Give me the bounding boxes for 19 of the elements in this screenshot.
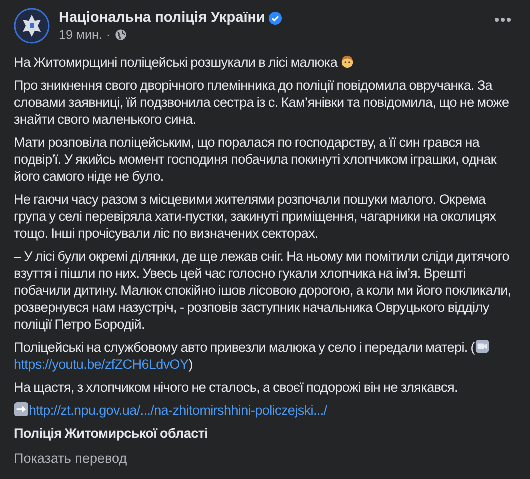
post-paragraph: На щастя, з хлопчиком нічого не сталось, а своєї подорожі він не злякався. <box>14 379 459 396</box>
post-paragraph: Поліцейські на службовому авто привезли малюка у село і передали матері. ( https://youtu.be/zfZCH6LdvOY) <box>14 339 516 373</box>
post-paragraph: Мати розповіла поліцейським, що поралася по господарству, а її син грався на подвір'ї. У якийсь момент господиня побачила покинуті хлопчиком іграшки, однак його самого ніде не було. <box>14 134 498 185</box>
more-options-icon[interactable] <box>494 17 512 23</box>
post-paragraph: Не гаючи часу разом з місцевими жителями розпочали пошуки малого. Окрема група у селі перевіряла хати-пустки, закинуті приміщення, чагарники на околицях тощо. Інші прочісували ліс по визначених секторах. <box>14 191 498 242</box>
separator-dot: · <box>106 28 111 42</box>
signature-text: Поліція Житомирської області <box>14 425 210 442</box>
film-camera-icon <box>475 339 490 354</box>
page-name[interactable]: Національна поліція України <box>59 10 266 26</box>
post-paragraph: Про зникнення свого дворічного племінника до поліції повідомила овручанка. За словами заявниці, їй подзвонила сестра із с. Кам’янівки та повідомила, що не може знайти свого маленького сина. <box>14 77 510 128</box>
link[interactable]: http://zt.npu.gov.ua/.../na-zhitomirshhini-policzejski.../ <box>29 403 328 418</box>
post-paragraph: – У лісі були окремі ділянки, де ще лежав сніг. На ньому ми помітили сліди дитячого взуття і пішли по них. Увесь цей час голосно гукали хлопчика на ім’я. Врешті побачили дитину. Малюк спокійно ішов лісовою дорогою, а коли ми його покликали, розвернувся нам назустріч, - розповів заступник начальника Овруцького відділу поліції Петро Бородій. <box>14 248 512 333</box>
post-time[interactable]: 19 мин. <box>59 28 102 42</box>
child-face-icon <box>340 54 356 69</box>
post-paragraph: На Житомирщині поліцейські розшукали в лісі малюка <box>14 54 516 71</box>
show-translation-link[interactable]: Показать перевод <box>14 451 128 466</box>
link[interactable]: https://youtu.be/zfZCH6LdvOY <box>14 357 189 372</box>
globe-icon <box>114 29 127 41</box>
police-badge-avatar-icon[interactable] <box>14 8 50 44</box>
